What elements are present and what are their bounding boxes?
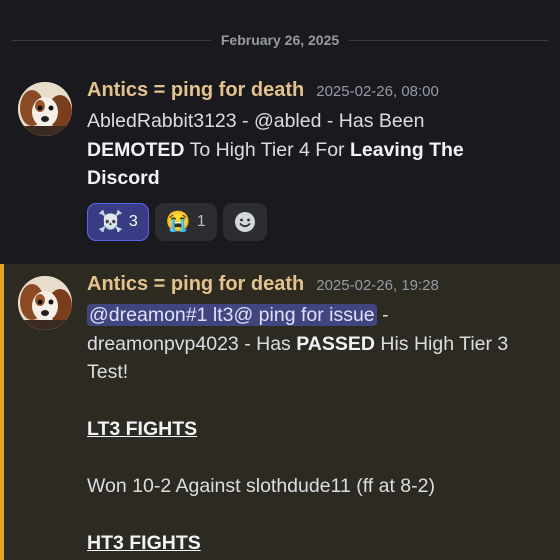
avatar[interactable] [18,82,72,136]
message-text: His High Tier 3 [374,332,509,355]
date-divider: February 26, 2025 [12,28,549,52]
add-reaction-button[interactable] [222,202,267,241]
username[interactable]: Antics = ping for death [87,273,304,296]
message-body: AbledRabbit3123 - @abled - Has Been DEMO… [87,107,548,193]
skull-crossbones-icon: ☠️ [98,210,123,233]
reaction-skull[interactable]: ☠️ 3 [87,202,149,241]
message-line: LT3 FIGHTS [87,415,548,444]
section-heading: LT3 FIGHTS [87,418,198,440]
dog-avatar-icon [18,82,72,136]
message-header: Antics = ping for death 2025-02-26, 19:2… [87,273,548,301]
timestamp[interactable]: 2025-02-26, 08:00 [316,83,439,100]
date-divider-label: February 26, 2025 [220,32,340,48]
message-text: - [376,304,389,326]
dog-avatar-icon [18,276,72,330]
username[interactable]: Antics = ping for death [87,79,304,102]
message-content: Antics = ping for death 2025-02-26, 19:2… [87,273,548,558]
message-line: HT3 FIGHTS [87,529,548,558]
smiley-add-reaction-icon [234,211,255,232]
bold-text: Leaving The [349,138,464,161]
message-line: Test! [87,358,548,387]
user-mention[interactable]: @dreamon#1 lt3@ ping for issue [87,304,377,326]
message-text: AbledRabbit3123 - @abled - Has Been [87,110,425,132]
message-header: Antics = ping for death 2025-02-26, 08:0… [87,79,548,107]
message-line: @dreamon#1 lt3@ ping for issue - [87,301,548,330]
bold-text: DEMOTED [87,138,185,161]
message-line: dreamonpvp4023 - Has PASSED His High Tie… [87,330,548,359]
divider-line-left [12,39,211,41]
message-body: @dreamon#1 lt3@ ping for issue - dreamon… [87,301,548,558]
timestamp[interactable]: 2025-02-26, 19:28 [316,277,439,294]
message-text: Won 10-2 Against slothdude11 (ff at 8-2) [87,475,435,497]
reaction-crying[interactable]: 😭 1 [154,202,217,241]
message-highlighted[interactable]: Antics = ping for death 2025-02-26, 19:2… [0,264,560,560]
message[interactable]: Antics = ping for death 2025-02-26, 08:0… [0,70,560,264]
message-line: DEMOTED To High Tier 4 For Leaving The [87,136,548,165]
avatar[interactable] [18,276,72,330]
bold-text: Discord [87,167,160,189]
message-line: Discord [87,164,548,193]
message-line: AbledRabbit3123 - @abled - Has Been [87,107,548,136]
loudly-crying-icon: 😭 [165,210,191,233]
message-text: To High Tier 4 For [184,138,350,161]
message-content: Antics = ping for death 2025-02-26, 08:0… [87,79,548,241]
bold-text: PASSED [296,332,375,355]
reaction-count: 3 [128,212,138,230]
message-text: dreamonpvp4023 - Has [87,332,297,355]
message-text: Test! [87,361,129,383]
section-heading: HT3 FIGHTS [87,532,201,554]
reactions: ☠️ 3 😭 1 [87,202,548,241]
reaction-count: 1 [196,212,206,230]
divider-line-right [349,39,549,41]
message-line: Won 10-2 Against slothdude11 (ff at 8-2) [87,472,548,501]
